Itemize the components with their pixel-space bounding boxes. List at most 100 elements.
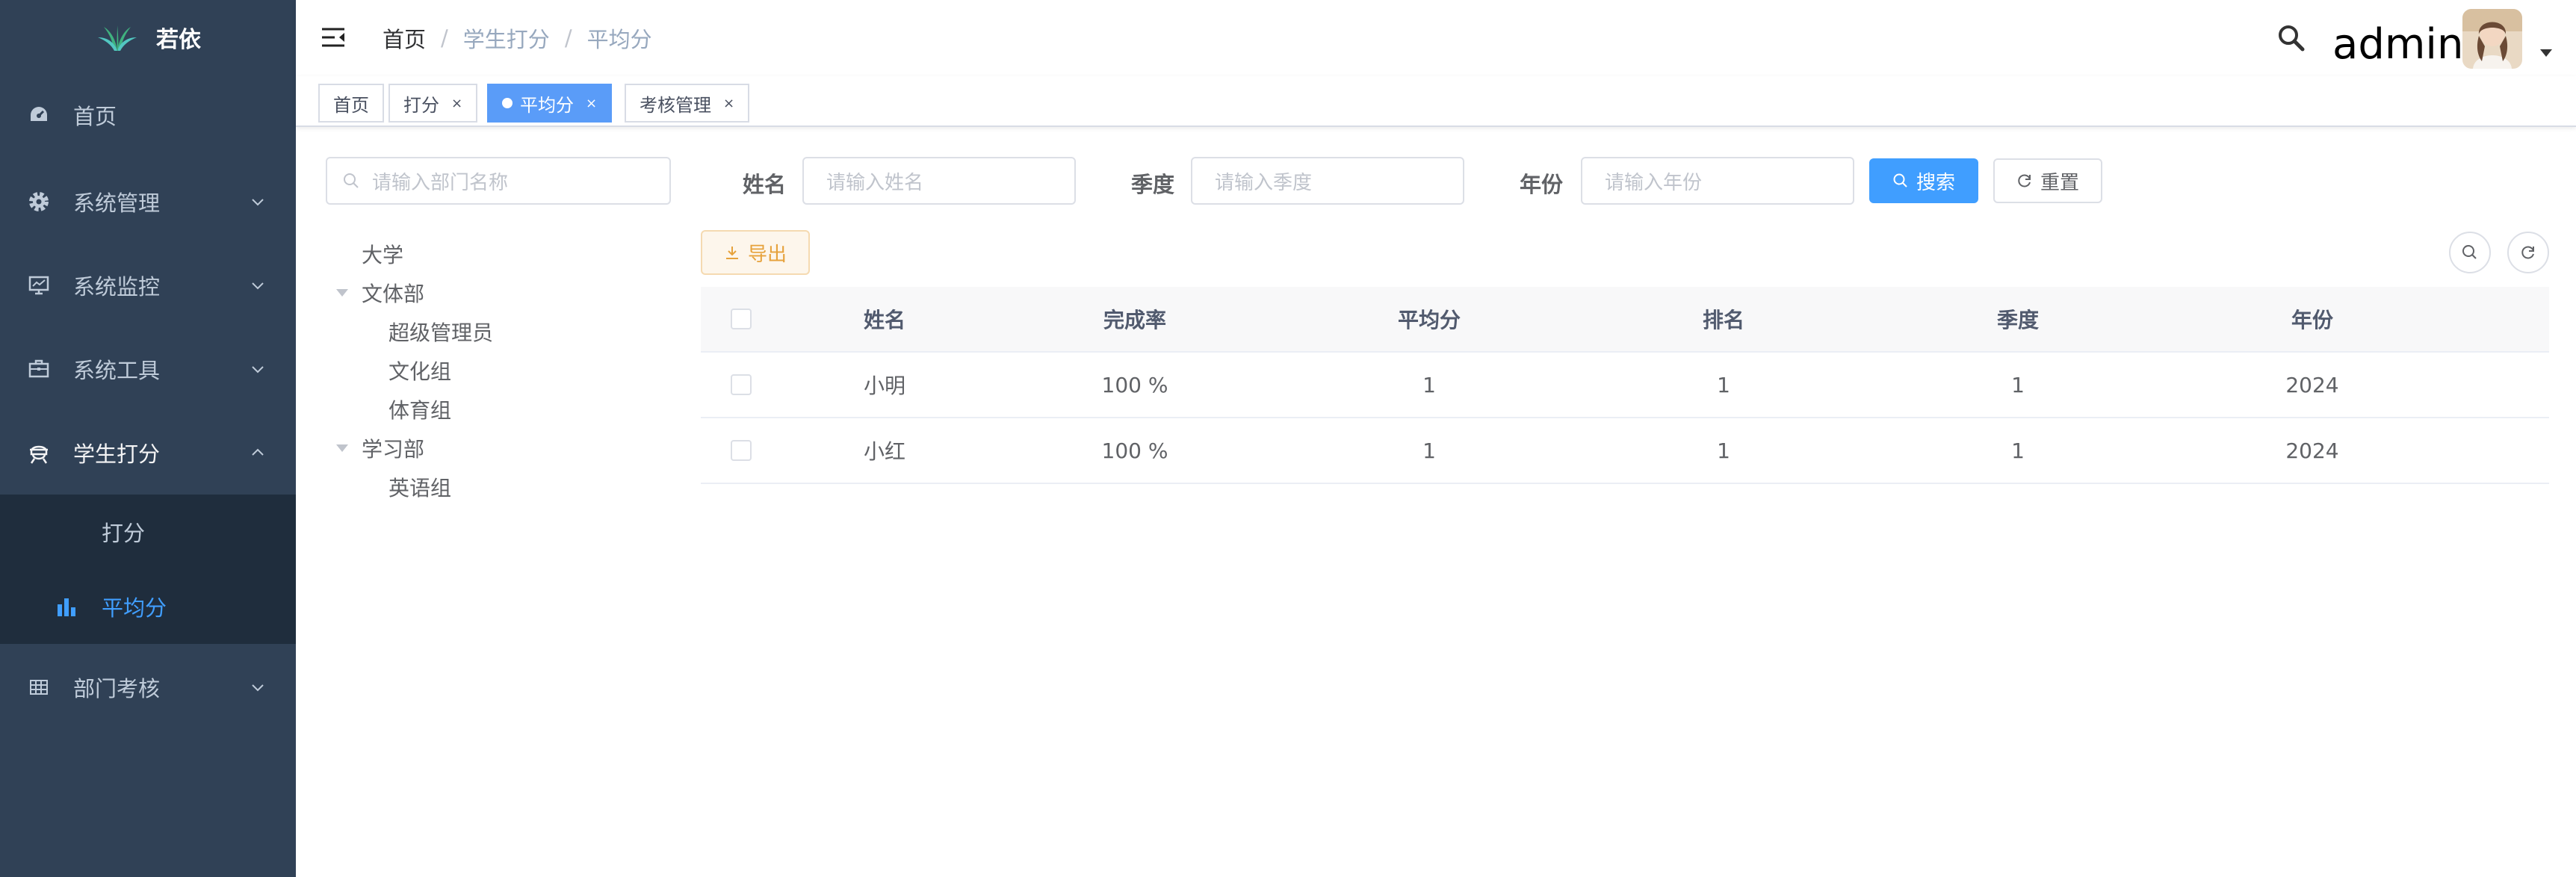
column-header: 平均分 [1397,308,1461,332]
caret-down-icon[interactable] [2540,49,2552,57]
tag-assessment[interactable]: 考核管理 × [625,84,750,123]
table-cell: 100 % [1101,438,1168,463]
tag-average[interactable]: 平均分 × [487,84,613,123]
tree-node-label: 大学 [362,243,404,267]
tree-node-label: 学习部 [362,437,425,462]
search-icon [1893,173,1907,188]
caret-down-icon[interactable] [336,289,348,297]
monitor-icon [27,273,51,297]
search-button-label: 搜索 [1916,171,1955,194]
column-header: 季度 [1996,308,2039,332]
tag-label: 平均分 [520,94,574,116]
table-cell: 1 [1717,438,1730,463]
sidebar: 若依 首页 系统管理 系统监控 系统工具 学生打分 打分 平均分 部门考核 [0,0,296,877]
row-checkbox[interactable] [731,440,752,461]
name-label: 姓名 [743,172,787,197]
breadcrumb: 首页 / 学生打分 / 平均分 [383,0,652,76]
toggle-search-button[interactable] [2449,232,2491,273]
table-cell: 1 [2011,372,2025,397]
student-icon [27,441,51,465]
tags-view: 首页 打分 × 平均分 × 考核管理 × [296,76,2576,127]
toolbox-icon [27,357,51,381]
sidebar-subitem-scoring[interactable]: 打分 [0,495,296,569]
sidebar-subitem-average[interactable]: 平均分 [0,569,296,644]
username[interactable]: admin [2332,13,2463,76]
sidebar-item-label: 系统监控 [73,274,161,300]
season-input[interactable]: 请输入季度 [1191,157,1464,205]
sidebar-item-label: 部门考核 [73,676,161,701]
breadcrumb-item-home[interactable]: 首页 [383,22,426,54]
tree-node-label: 体育组 [388,398,452,423]
tree-node[interactable]: 学习部 [336,433,424,463]
year-input[interactable]: 请输入年份 [1581,157,1854,205]
dept-search-input[interactable]: 请输入部门名称 [326,157,671,205]
table-row[interactable]: 小红 100 % 1 1 1 2024 [701,418,2549,484]
table-cell: 1 [1422,372,1436,397]
tree-node[interactable]: 文体部 [336,278,424,308]
bar-chart-icon [58,598,75,616]
column-header: 姓名 [863,308,905,332]
table-cell: 小红 [863,439,905,464]
table-cell: 1 [2011,438,2025,463]
sidebar-item-label: 学生打分 [73,441,161,467]
search-icon [344,173,359,188]
select-all-cell [701,309,781,329]
row-checkbox[interactable] [731,374,752,395]
season-placeholder: 请输入季度 [1215,171,1313,194]
year-label: 年份 [1520,172,1564,197]
table-cell: 1 [1422,438,1436,463]
table-cell: 1 [1717,372,1730,397]
close-icon[interactable]: × [586,96,597,111]
hamburger-icon[interactable] [320,24,347,51]
column-header: 完成率 [1103,308,1166,332]
refresh-icon [2018,174,2031,188]
tag-home[interactable]: 首页 [318,84,384,123]
table-row[interactable]: 小明 100 % 1 1 1 2024 [701,353,2549,418]
tag-label: 考核管理 [640,94,711,116]
select-all-checkbox[interactable] [731,309,752,329]
sidebar-item-dept-assessment[interactable]: 部门考核 [0,644,296,731]
table-cell: 100 % [1101,372,1168,397]
search-icon [2462,245,2477,259]
close-icon[interactable]: × [451,96,462,111]
breadcrumb-item-student-scoring: 学生打分 [462,27,550,52]
chevron-down-icon [252,684,264,692]
tree-node-label: 文体部 [362,282,425,306]
sidebar-item-system[interactable]: 系统管理 [0,160,296,244]
tree-node[interactable]: 超级管理员 [388,317,493,347]
sidebar-item-label: 系统管理 [73,190,161,216]
sidebar-item-tools[interactable]: 系统工具 [0,327,296,411]
refresh-button[interactable] [2507,232,2549,273]
tree-node[interactable]: 文化组 [388,356,451,385]
tag-label: 打分 [403,94,439,116]
caret-down-icon[interactable] [336,444,348,452]
sidebar-item-monitor[interactable]: 系统监控 [0,244,296,327]
tree-node[interactable]: 英语组 [388,472,451,502]
column-header: 排名 [1702,308,1744,332]
reset-button[interactable]: 重置 [1993,158,2102,203]
sidebar-item-label: 平均分 [102,595,167,621]
sidebar-item-label: 系统工具 [73,358,161,383]
table-cell: 2024 [2285,438,2339,463]
tree-node-label: 超级管理员 [388,320,494,345]
table-icon [27,675,51,699]
name-input[interactable]: 请输入姓名 [802,157,1076,205]
chevron-down-icon [252,199,264,206]
sidebar-item-home[interactable]: 首页 [0,70,296,160]
search-button[interactable]: 搜索 [1869,158,1978,203]
avatar[interactable] [2462,9,2522,69]
close-icon[interactable]: × [723,96,734,111]
breadcrumb-separator: / [441,25,448,51]
export-button[interactable]: 导出 [701,230,810,275]
logo[interactable]: 若依 [0,0,296,75]
select-cell [701,440,781,461]
gear-icon [27,190,51,214]
search-icon[interactable] [2274,21,2309,55]
sidebar-item-student-scoring[interactable]: 学生打分 [0,411,296,495]
breadcrumb-separator: / [564,25,572,51]
tree-node[interactable]: 大学 [362,239,403,269]
tag-scoring[interactable]: 打分 × [388,84,478,123]
tree-node-label: 文化组 [388,359,452,384]
tree-node[interactable]: 体育组 [388,394,451,424]
table-cell: 小明 [863,374,905,398]
